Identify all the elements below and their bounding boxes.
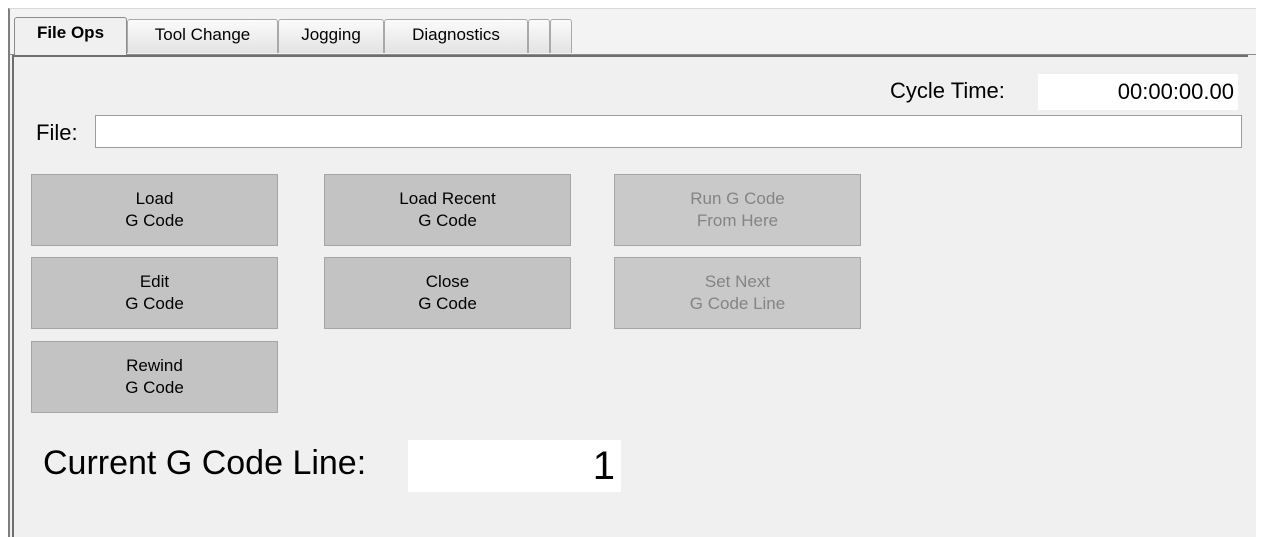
- file-ops-panel: Cycle Time: 00:00:00.00 File: Load G Cod…: [12, 55, 1248, 537]
- close-gcode-label-line1: Close: [425, 272, 470, 291]
- tab-jogging[interactable]: Jogging: [278, 19, 384, 53]
- rewind-gcode-label-line2: G Code: [125, 378, 184, 397]
- tab-diagnostics[interactable]: Diagnostics: [384, 19, 528, 53]
- edit-gcode-label-line1: Edit: [139, 272, 170, 291]
- set-next-label-line1: Set Next: [704, 272, 771, 291]
- cycle-time-label: Cycle Time:: [890, 78, 1005, 103]
- tab-blank-2[interactable]: [550, 19, 572, 53]
- load-gcode-label-line2: G Code: [125, 211, 184, 230]
- load-recent-label-line1: Load Recent: [399, 189, 496, 208]
- rewind-gcode-label-line1: Rewind: [126, 356, 183, 375]
- load-gcode-label-line1: Load: [135, 189, 174, 208]
- load-gcode-button[interactable]: Load G Code: [31, 174, 278, 246]
- edit-gcode-button[interactable]: Edit G Code: [31, 257, 278, 329]
- edit-gcode-label-line2: G Code: [125, 294, 184, 313]
- run-from-here-label-line2: From Here: [696, 211, 779, 230]
- tab-file-ops[interactable]: File Ops: [14, 17, 127, 55]
- file-label: File:: [36, 120, 78, 145]
- load-recent-label-line2: G Code: [418, 211, 477, 230]
- current-gcode-line-value: 1: [408, 440, 621, 492]
- current-gcode-line-label: Current G Code Line:: [43, 444, 367, 482]
- run-from-here-label-line1: Run G Code: [690, 189, 785, 208]
- tab-strip: File Ops Tool Change Jogging Diagnostics: [10, 9, 1256, 55]
- tab-control: File Ops Tool Change Jogging Diagnostics…: [8, 8, 1256, 537]
- tab-tool-change[interactable]: Tool Change: [127, 19, 278, 53]
- file-path-field[interactable]: [95, 115, 1242, 148]
- rewind-gcode-button[interactable]: Rewind G Code: [31, 341, 278, 413]
- set-next-gcode-line-button[interactable]: Set Next G Code Line: [614, 257, 861, 329]
- run-gcode-from-here-button[interactable]: Run G Code From Here: [614, 174, 861, 246]
- set-next-label-line2: G Code Line: [689, 294, 786, 313]
- close-gcode-label-line2: G Code: [418, 294, 477, 313]
- close-gcode-button[interactable]: Close G Code: [324, 257, 571, 329]
- cycle-time-value: 00:00:00.00: [1038, 74, 1238, 110]
- tab-blank-1[interactable]: [528, 19, 550, 53]
- load-recent-gcode-button[interactable]: Load Recent G Code: [324, 174, 571, 246]
